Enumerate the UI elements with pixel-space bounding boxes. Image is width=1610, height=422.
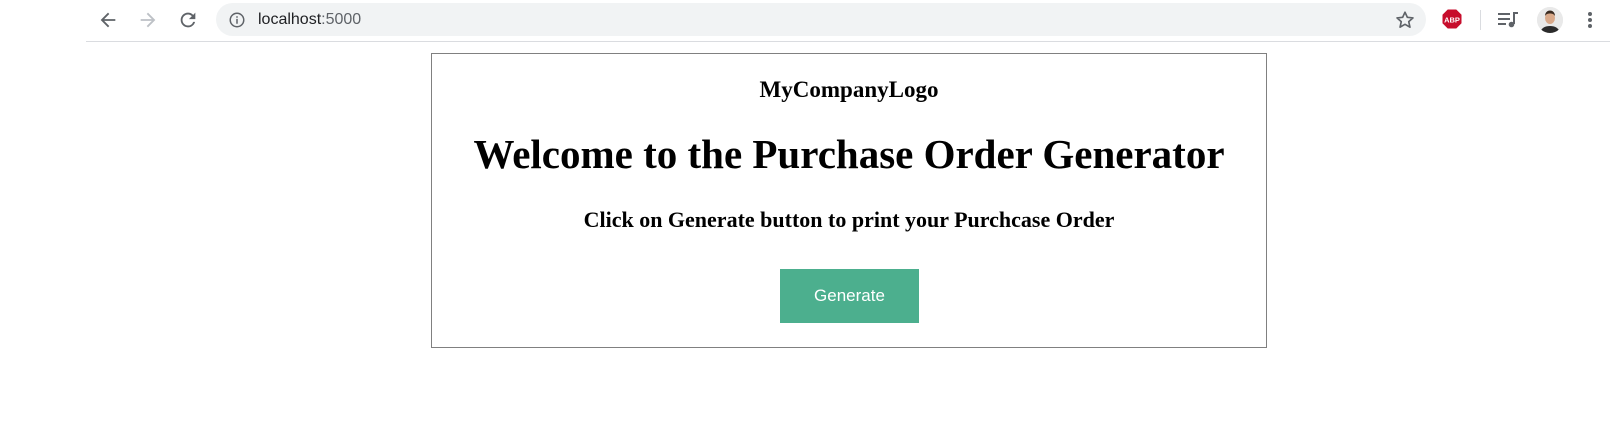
page-title: Welcome to the Purchase Order Generator xyxy=(473,131,1225,177)
avatar[interactable] xyxy=(1537,7,1563,33)
company-logo-text: MyCompanyLogo xyxy=(759,77,939,102)
abp-badge-text: ABP xyxy=(1444,16,1460,25)
vertical-dots-icon[interactable] xyxy=(1580,9,1600,31)
toolbar-divider xyxy=(86,41,1610,42)
toolbar-separator xyxy=(1480,10,1481,30)
instruction-text: Click on Generate button to print your P… xyxy=(583,207,1115,232)
back-button[interactable] xyxy=(92,4,124,36)
forward-button[interactable] xyxy=(132,4,164,36)
abp-icon[interactable]: ABP xyxy=(1441,8,1463,30)
url-host: localhost xyxy=(258,11,322,28)
arrow-right-icon xyxy=(140,12,156,28)
url-port: :5000 xyxy=(321,11,362,28)
star-icon[interactable] xyxy=(1394,9,1416,31)
generate-button[interactable]: Generate xyxy=(780,269,919,323)
address-bar[interactable]: localhost:5000 xyxy=(216,3,1426,36)
reload-icon xyxy=(180,12,196,28)
media-queue-icon[interactable] xyxy=(1496,9,1520,31)
reload-button[interactable] xyxy=(172,4,204,36)
arrow-left-icon xyxy=(100,12,116,28)
browser-toolbar: localhost:5000 ABP xyxy=(0,0,1610,42)
purchase-order-card: MyCompanyLogo Welcome to the Purchase Or… xyxy=(431,53,1267,348)
info-icon[interactable] xyxy=(228,11,246,29)
url-text[interactable]: localhost:5000 xyxy=(258,3,361,36)
